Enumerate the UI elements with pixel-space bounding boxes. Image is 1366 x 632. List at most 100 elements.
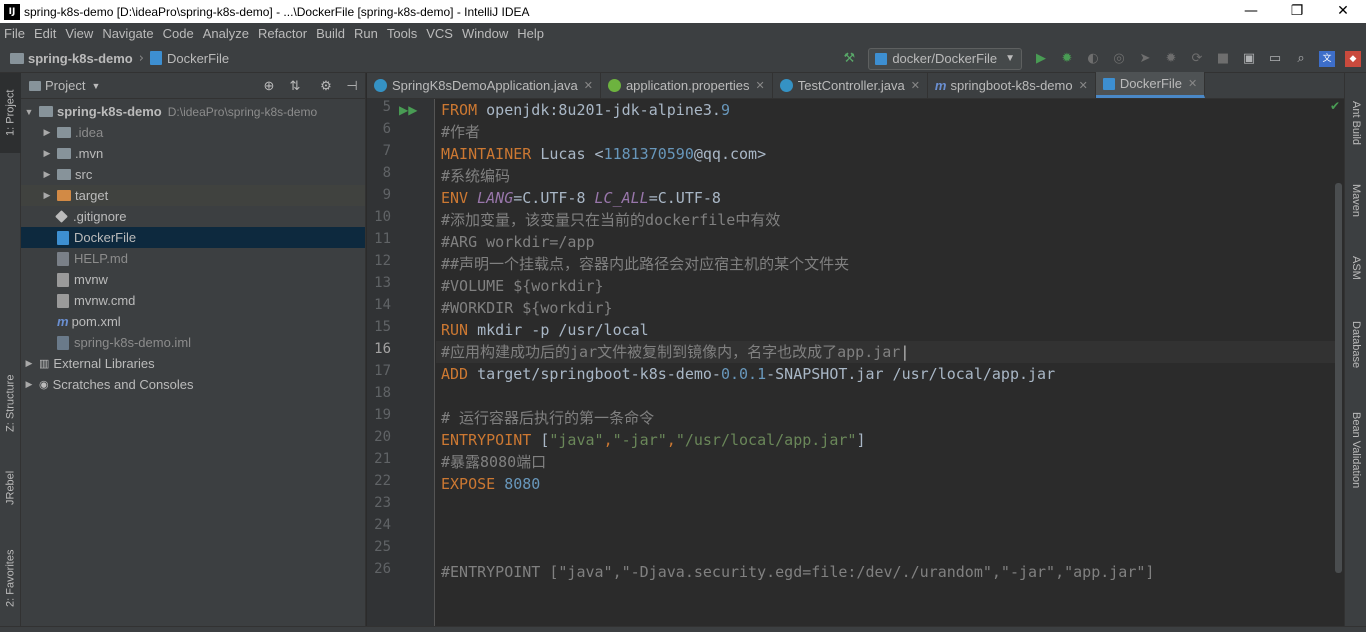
tree-item-label: HELP.md [74,251,128,266]
maximize-button[interactable]: ❐ [1274,0,1320,23]
jrebel-debug-icon[interactable]: ✹ [1163,51,1179,67]
close-icon[interactable]: ✕ [1188,77,1197,90]
maven-icon: m [934,77,947,93]
code-editor[interactable]: FROM openjdk:8u201-jdk-alpine3.9 #作者 MAI… [441,99,1336,632]
chevron-down-icon[interactable]: ▼ [91,81,100,91]
tab-springk8sdemoapplication[interactable]: SpringK8sDemoApplication.java ✕ [367,72,601,98]
locate-icon[interactable]: ⊕ [261,78,277,94]
tool-tab-ant-build[interactable]: Ant Build [1345,83,1366,163]
collapsed-arrow-icon[interactable]: ▶ [23,358,35,369]
debug-icon[interactable]: ✹ [1059,51,1075,67]
tree-item-mvnw[interactable]: mvnw [21,269,365,290]
build-hammer-icon[interactable]: ⚒ [841,51,857,67]
collapsed-arrow-icon[interactable]: ▶ [23,379,35,390]
tool-tab-asm[interactable]: ASM [1345,243,1366,293]
menu-code[interactable]: Code [163,26,194,41]
plugin-icon[interactable]: ◆ [1345,50,1361,67]
jrebel-run-icon[interactable]: ➤ [1137,51,1153,67]
project-structure-icon[interactable]: ▣ [1241,51,1257,67]
menu-edit[interactable]: Edit [34,26,56,41]
attach-icon[interactable]: ⟳ [1189,51,1205,67]
tree-item-help-md[interactable]: HELP.md [21,248,365,269]
project-view-select[interactable]: Project [45,78,85,93]
env-variable: LC_ALL [594,189,649,207]
menu-view[interactable]: View [65,26,93,41]
tree-item-label: mvnw.cmd [74,293,136,308]
menu-window[interactable]: Window [462,26,508,41]
code-line-12: ##声明一个挂载点，容器内此路径会对应宿主机的某个文件夹 [441,255,850,273]
run-icon[interactable]: ▶ [1033,51,1049,67]
line-number-gutter: 5 ▶▶ 6 7 8 9 10 11 12 13 14 15 16 17 18 … [367,99,435,632]
tree-item-src[interactable]: ▶ src [21,164,365,185]
close-icon[interactable]: ✕ [911,79,920,92]
breadcrumb-project[interactable]: spring-k8s-demo [10,51,133,66]
library-icon: ▥ [39,358,50,370]
tree-item-gitignore[interactable]: .gitignore [21,206,365,227]
expanded-arrow-icon[interactable]: ▼ [23,107,35,117]
tree-item-mvnw-cmd[interactable]: mvnw.cmd [21,290,365,311]
breadcrumb-separator-icon: › [138,50,144,66]
coverage-icon[interactable]: ◐ [1085,51,1101,67]
frame-icon[interactable]: ▭ [1267,51,1283,67]
menu-refactor[interactable]: Refactor [258,26,307,41]
search-icon[interactable]: ⌕ [1293,51,1309,67]
menu-tools[interactable]: Tools [387,26,417,41]
right-tool-strip: Ant Build Maven ASM Database Bean Valida… [1344,73,1366,632]
project-panel-header: Project ▼ ⊕ ⇅ ⚙ ⊣ [21,73,365,99]
tool-tab-structure[interactable]: Z: Structure [0,363,21,443]
gear-icon[interactable]: ⚙ [318,78,334,94]
menu-build[interactable]: Build [316,26,345,41]
env-variable: LANG [477,189,514,207]
menu-file[interactable]: File [4,26,25,41]
breadcrumb-file[interactable]: DockerFile [149,51,229,66]
tab-application-properties[interactable]: application.properties ✕ [601,72,773,98]
menu-navigate[interactable]: Navigate [102,26,153,41]
translate-icon[interactable]: 文 [1319,50,1335,67]
tree-item-mvn[interactable]: ▶ .mvn [21,143,365,164]
close-window-button[interactable]: ✕ [1320,0,1366,23]
tab-testcontroller[interactable]: TestController.java ✕ [773,72,928,98]
tool-tab-database[interactable]: Database [1345,305,1366,385]
menu-run[interactable]: Run [354,26,378,41]
code-line-15: RUN mkdir -p /usr/local [441,319,649,341]
profile-icon[interactable]: ◎ [1111,51,1127,67]
collapse-all-icon[interactable]: ⇅ [287,78,303,94]
code-text: =C.UTF-8 [513,189,595,207]
tool-tab-project[interactable]: 1: Project [0,73,21,153]
menu-analyze[interactable]: Analyze [203,26,249,41]
code-line-16: #应用构建成功后的jar文件被复制到镜像内，名字也改成了app.jar| [441,341,909,363]
collapsed-arrow-icon[interactable]: ▶ [41,190,53,201]
close-icon[interactable]: ✕ [756,79,765,92]
menu-vcs[interactable]: VCS [426,26,453,41]
tab-dockerfile[interactable]: DockerFile ✕ [1095,72,1206,98]
close-icon[interactable]: ✕ [584,79,593,92]
tree-item-iml[interactable]: spring-k8s-demo.iml [21,332,365,353]
run-gutter-icon[interactable]: ▶▶ [399,103,417,117]
tool-tab-jrebel[interactable]: JRebel [0,458,21,518]
collapsed-arrow-icon[interactable]: ▶ [41,148,53,159]
tool-tab-favorites[interactable]: 2: Favorites [0,533,21,623]
inspection-ok-icon[interactable]: ✔ [1330,99,1340,113]
tree-item-dockerfile[interactable]: DockerFile [21,227,365,248]
tree-item-external-libraries[interactable]: ▶ ▥ External Libraries [21,353,365,374]
gitignore-icon [55,210,68,223]
hide-icon[interactable]: ⊣ [344,78,360,94]
collapsed-arrow-icon[interactable]: ▶ [41,127,53,138]
menu-help[interactable]: Help [517,26,544,41]
tree-item-pom[interactable]: m pom.xml [21,311,365,332]
run-configuration-select[interactable]: docker/DockerFile ▼ [868,47,1022,70]
tree-item-root[interactable]: ▼ spring-k8s-demo D:\ideaPro\spring-k8s-… [21,101,365,122]
tool-tab-maven[interactable]: Maven [1345,171,1366,231]
docker-icon [149,51,162,65]
vertical-scrollbar[interactable] [1335,183,1342,573]
collapsed-arrow-icon[interactable]: ▶ [41,169,53,180]
tree-item-label: DockerFile [74,230,137,245]
minimize-button[interactable]: — [1228,0,1274,23]
tree-item-target[interactable]: ▶ target [21,185,365,206]
tree-item-scratches[interactable]: ▶ ◉ Scratches and Consoles [21,374,365,395]
close-icon[interactable]: ✕ [1079,79,1088,92]
stop-icon[interactable]: ■ [1215,51,1231,67]
tool-tab-bean-validation[interactable]: Bean Validation [1345,395,1366,505]
tree-item-idea[interactable]: ▶ .idea [21,122,365,143]
tab-springboot-k8s-demo[interactable]: m springboot-k8s-demo ✕ [928,72,1096,98]
